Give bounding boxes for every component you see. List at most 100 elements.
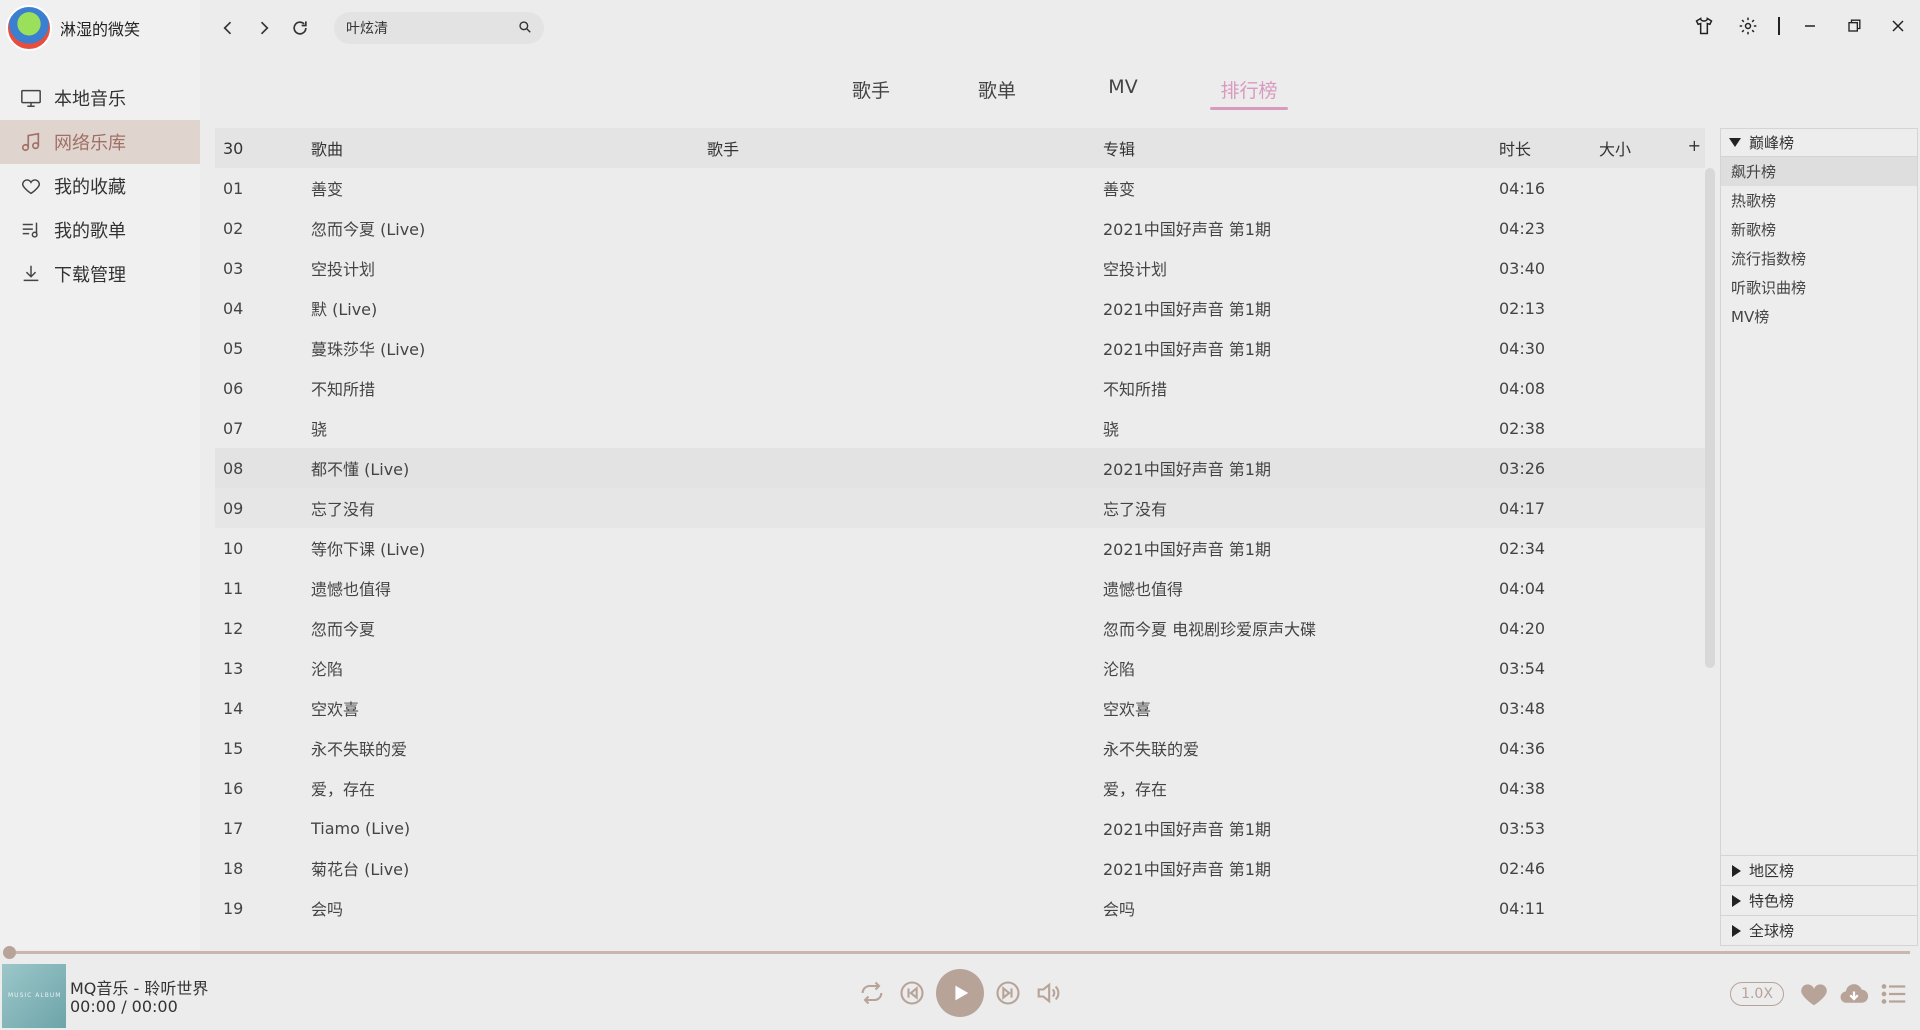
song-album: 沦陷 <box>1103 660 1136 679</box>
table-scrollbar[interactable] <box>1705 168 1715 668</box>
previous-button[interactable] <box>892 968 932 1018</box>
tab-mv[interactable]: MV <box>1060 70 1186 110</box>
table-row[interactable]: 11 遗憾也值得 遗憾也值得 04:04 <box>215 568 1705 608</box>
table-row[interactable]: 05 蔓珠莎华 (Live) 2021中国好声音 第1期 04:30 <box>215 328 1705 368</box>
song-title: 空欢喜 <box>311 700 360 719</box>
song-title: 会吗 <box>311 900 344 919</box>
album-cover[interactable] <box>2 964 66 1028</box>
library-tabs: 歌手 歌单 MV 排行榜 <box>200 70 1920 110</box>
table-row[interactable]: 06 不知所措 不知所措 04:08 <box>215 368 1705 408</box>
table-row[interactable]: 17 Tiamo (Live) 2021中国好声音 第1期 03:53 <box>215 808 1705 848</box>
song-title: 蔓珠莎华 (Live) <box>311 340 426 359</box>
minimize-icon <box>1805 25 1815 27</box>
song-count: 30 <box>223 138 244 158</box>
table-row[interactable]: 09 忘了没有 忘了没有 04:17 <box>215 488 1705 528</box>
playback-progress-bar[interactable] <box>10 951 1910 954</box>
playlist-queue-button[interactable] <box>1874 978 1914 1010</box>
speed-button[interactable]: 1.0X <box>1730 982 1784 1006</box>
table-row[interactable]: 03 空投计划 空投计划 03:40 <box>215 248 1705 288</box>
sidebar-item-playlists[interactable]: 我的歌单 <box>0 208 200 252</box>
profile[interactable]: 淋湿的微笑 <box>0 0 200 56</box>
favorite-button[interactable] <box>1794 978 1834 1010</box>
back-button[interactable] <box>210 10 246 46</box>
table-row[interactable]: 16 爱，存在 爱，存在 04:38 <box>215 768 1705 808</box>
sidebar-item-downloads[interactable]: 下载管理 <box>0 252 200 296</box>
restore-button[interactable] <box>1832 8 1876 44</box>
group-global-charts[interactable]: 全球榜 <box>1721 915 1917 945</box>
download-button[interactable] <box>1834 978 1874 1010</box>
table-row[interactable]: 14 空欢喜 空欢喜 03:48 <box>215 688 1705 728</box>
minimize-button[interactable] <box>1788 8 1832 44</box>
table-row[interactable]: 15 永不失联的爱 永不失联的爱 04:36 <box>215 728 1705 768</box>
song-duration: 02:34 <box>1499 538 1546 558</box>
search-input[interactable] <box>346 20 518 36</box>
table-row[interactable]: 07 骁 骁 02:38 <box>215 408 1705 448</box>
sidebar-item-online-library[interactable]: 网络乐库 <box>0 120 200 164</box>
song-title: 忘了没有 <box>311 500 376 519</box>
song-duration: 04:04 <box>1499 578 1546 598</box>
close-button[interactable] <box>1876 8 1920 44</box>
skin-button[interactable] <box>1682 8 1726 44</box>
chart-item-rising[interactable]: 飙升榜 <box>1721 157 1917 186</box>
sidebar-item-label: 网络乐库 <box>54 133 126 154</box>
header-song[interactable]: 歌曲 <box>311 136 707 160</box>
table-row[interactable]: 18 菊花台 (Live) 2021中国好声音 第1期 02:46 <box>215 848 1705 888</box>
header-artist[interactable]: 歌手 <box>707 136 1103 160</box>
volume-button[interactable] <box>1028 968 1068 1018</box>
loop-icon <box>861 981 883 1005</box>
song-duration: 04:17 <box>1499 498 1546 518</box>
group-region-charts[interactable]: 地区榜 <box>1721 855 1917 885</box>
chart-item-hot[interactable]: 热歌榜 <box>1721 186 1917 215</box>
play-icon <box>955 985 969 1001</box>
song-title: 忽而今夏 (Live) <box>311 220 426 239</box>
refresh-button[interactable] <box>282 10 318 46</box>
table-row[interactable]: 02 忽而今夏 (Live) 2021中国好声音 第1期 04:23 <box>215 208 1705 248</box>
table-row[interactable]: 19 会吗 会吗 04:11 <box>215 888 1705 928</box>
tab-singers[interactable]: 歌手 <box>808 70 934 110</box>
song-album: 2021中国好声音 第1期 <box>1103 340 1271 359</box>
chart-item-new[interactable]: 新歌榜 <box>1721 215 1917 244</box>
volume-icon <box>1037 982 1060 1004</box>
sidebar-item-local-music[interactable]: 本地音乐 <box>0 76 200 120</box>
song-title: 都不懂 (Live) <box>311 460 410 479</box>
tab-charts[interactable]: 排行榜 <box>1186 70 1312 110</box>
search-icon[interactable] <box>518 19 532 38</box>
song-number: 15 <box>223 738 244 758</box>
song-album: 2021中国好声音 第1期 <box>1103 300 1271 319</box>
table-row[interactable]: 13 沦陷 沦陷 03:54 <box>215 648 1705 688</box>
loop-button[interactable] <box>852 968 892 1018</box>
table-row[interactable]: 01 善变 善变 04:16 <box>215 168 1705 208</box>
table-row[interactable]: 12 忽而今夏 忽而今夏 电视剧珍爱原声大碟 04:20 <box>215 608 1705 648</box>
play-button[interactable] <box>936 969 984 1017</box>
tab-playlists[interactable]: 歌单 <box>934 70 1060 110</box>
table-row[interactable]: 04 默 (Live) 2021中国好声音 第1期 02:13 <box>215 288 1705 328</box>
forward-button[interactable] <box>246 10 282 46</box>
group-feature-charts[interactable]: 特色榜 <box>1721 885 1917 915</box>
header-duration[interactable]: 时长 <box>1499 136 1599 160</box>
header-size[interactable]: 大小 <box>1599 136 1679 160</box>
heart-icon <box>20 175 42 197</box>
table-row[interactable]: 10 等你下课 (Live) 2021中国好声音 第1期 02:34 <box>215 528 1705 568</box>
header-album[interactable]: 专辑 <box>1103 136 1499 160</box>
avatar[interactable] <box>6 5 52 51</box>
chart-item-mv[interactable]: MV榜 <box>1721 302 1917 331</box>
list-icon <box>1881 984 1906 1004</box>
song-number: 13 <box>223 658 244 678</box>
next-button[interactable] <box>988 968 1028 1018</box>
song-title: Tiamo (Live) <box>311 818 411 838</box>
sidebar-item-favorites[interactable]: 我的收藏 <box>0 164 200 208</box>
song-duration: 03:54 <box>1499 658 1546 678</box>
table-row[interactable]: 08 都不懂 (Live) 2021中国好声音 第1期 03:26 <box>215 448 1705 488</box>
song-duration: 04:23 <box>1499 218 1546 238</box>
chart-item-song-recognition[interactable]: 听歌识曲榜 <box>1721 273 1917 302</box>
player-extra-controls: 1.0X <box>1730 978 1914 1010</box>
song-album: 遗憾也值得 <box>1103 580 1184 599</box>
add-column-button[interactable]: + <box>1688 136 1701 155</box>
caret-right-icon <box>1732 894 1741 907</box>
playlist-icon <box>20 219 42 241</box>
gear-icon <box>1739 17 1757 35</box>
settings-button[interactable] <box>1726 8 1770 44</box>
group-peak-charts[interactable]: 巅峰榜 <box>1721 129 1917 157</box>
chart-item-popularity[interactable]: 流行指数榜 <box>1721 244 1917 273</box>
song-number: 07 <box>223 418 244 438</box>
